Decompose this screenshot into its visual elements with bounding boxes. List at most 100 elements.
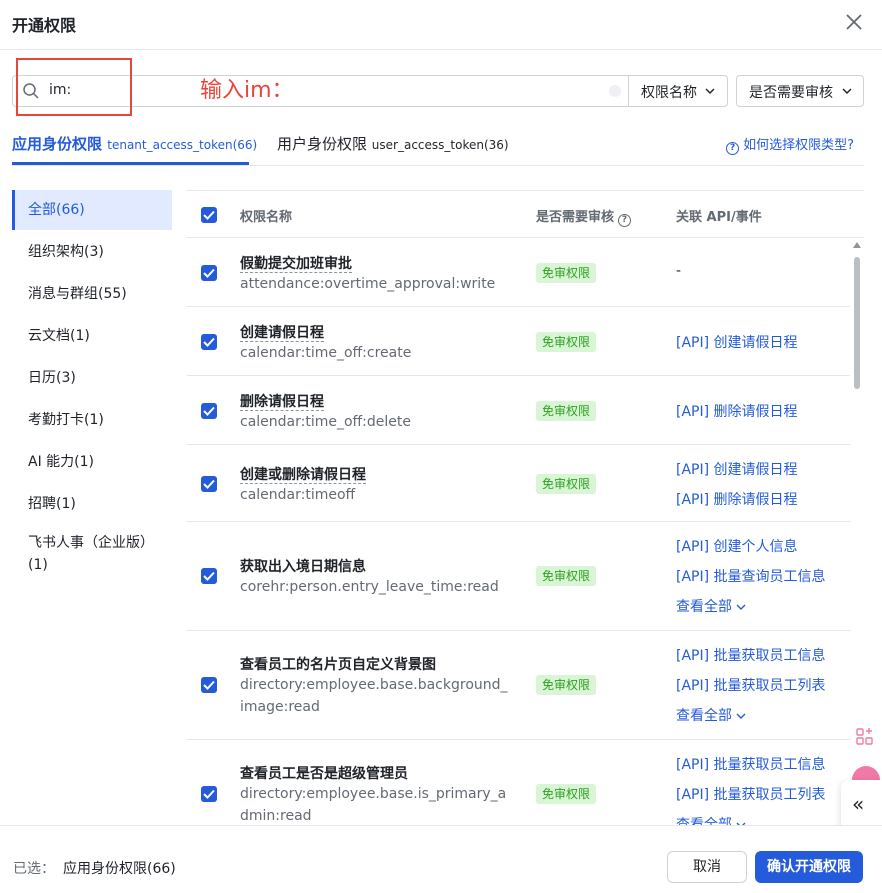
tab-label: 应用身份权限 [12,135,103,153]
select-all-checkbox[interactable] [201,207,217,223]
category-sidebar: 全部(66) 组织架构(3) 消息与群组(55) 云文档(1) 日历(3) 考勤… [12,190,172,582]
tab-label: 用户身份权限 [277,135,368,153]
permission-name-filter-label: 权限名称 [641,85,697,101]
permission-name[interactable]: 创建请假日程 [240,322,324,342]
api-link[interactable]: [API] 批量获取员工列表 [676,675,826,695]
modal-footer: 已选： 应用身份权限(66) 取消 确认开通权限 [0,825,882,893]
api-link[interactable]: [API] 批量查询员工信息 [676,566,826,586]
table-row: 删除请假日程 calendar:time_off:delete 免审权限 [AP… [187,376,850,445]
header-review-label: 是否需要审核 [536,210,615,225]
api-link[interactable]: [API] 创建请假日程 [676,332,798,352]
permission-name: 查看员工是否是超级管理员 [240,766,408,782]
sidebar-item-ai[interactable]: AI 能力(1) [12,442,172,484]
permission-name[interactable]: 假勤提交加班审批 [240,253,352,273]
sidebar-item-org[interactable]: 组织架构(3) [12,232,172,274]
row-checkbox[interactable] [201,265,217,281]
tab-user-permissions[interactable]: 用户身份权限 user_access_token(36) [277,133,509,154]
permission-name: 查看员工的名片页自定义背景图 [240,657,436,673]
chevron-down-icon [842,88,852,94]
status-badge: 免审权限 [536,332,597,352]
table-header: 权限名称 是否需要审核? 关联 API/事件 [187,190,864,238]
modal-header: 开通权限 [0,0,882,50]
view-all-link[interactable]: 查看全部 [676,705,746,725]
row-checkbox[interactable] [201,677,217,693]
sidebar-item-corehr[interactable]: 飞书人事（企业版） (1) [12,526,172,582]
selected-label: 已选： [13,861,55,877]
api-link[interactable]: [API] 删除请假日程 [676,489,798,509]
tab-sub: tenant_access_token(66) [107,138,258,152]
view-all-link[interactable]: 查看全部 [676,814,746,825]
chevron-down-icon [705,88,715,94]
sidebar-item-count: (1) [28,557,48,573]
tab-sub: user_access_token(36) [371,138,509,152]
header-api: 关联 API/事件 [676,210,762,225]
permission-code: calendar:time_off:create [240,345,412,361]
sidebar-item-attendance[interactable]: 考勤打卡(1) [12,400,172,442]
sidebar-item-messaging[interactable]: 消息与群组(55) [12,274,172,316]
table-row: 假勤提交加班审批 attendance:overtime_approval:wr… [187,238,850,307]
question-icon[interactable]: ? [618,214,632,227]
question-icon: ? [726,142,740,155]
cancel-button[interactable]: 取消 [667,851,747,883]
confirm-button[interactable]: 确认开通权限 [755,851,863,883]
row-checkbox[interactable] [201,403,217,419]
permission-code: attendance:overtime_approval:write [240,276,496,292]
permission-code: directory:employee.base.is_primary_admin… [240,786,507,824]
annotation-text: 输入im： [200,78,294,103]
api-none: - [676,263,682,279]
api-link[interactable]: [API] 删除请假日程 [676,401,798,421]
sidebar-item-docs[interactable]: 云文档(1) [12,316,172,358]
close-icon[interactable] [842,10,866,34]
scroll-thumb[interactable] [854,257,860,389]
table-row: 创建或删除请假日程 calendar:timeoff 免审权限 [API] 创建… [187,445,850,522]
api-link[interactable]: [API] 批量获取员工信息 [676,754,826,774]
header-review: 是否需要审核? [536,206,632,227]
sidebar-item-label: 飞书人事（企业版） [28,535,154,551]
status-badge: 免审权限 [536,675,597,695]
permission-code: calendar:timeoff [240,487,356,503]
api-link[interactable]: [API] 创建请假日程 [676,459,798,479]
selected-value: 应用身份权限(66) [63,861,176,877]
api-link[interactable]: [API] 批量获取员工列表 [676,784,826,804]
header-name: 权限名称 [240,210,293,225]
sidebar-item-hiring[interactable]: 招聘(1) [12,484,172,526]
tab-underline [12,162,249,165]
permission-name: 获取出入境日期信息 [240,559,366,575]
row-checkbox[interactable] [201,476,217,492]
status-badge: 免审权限 [536,474,597,494]
help-link[interactable]: ? 如何选择权限类型? [726,134,854,155]
sidebar-item-all[interactable]: 全部(66) [12,190,172,230]
api-link[interactable]: [API] 批量获取员工信息 [676,645,826,665]
scroll-up-icon[interactable] [853,242,861,248]
table-row: 查看员工的名片页自定义背景图 directory:employee.base.b… [187,631,850,740]
view-all-link[interactable]: 查看全部 [676,596,746,616]
double-chevron-left-icon: « [852,792,865,816]
table-row: 查看员工是否是超级管理员 directory:employee.base.is_… [187,740,850,825]
review-filter[interactable]: 是否需要审核 [736,75,864,107]
chevron-down-icon [736,604,746,610]
status-badge: 免审权限 [536,401,597,421]
apps-icon[interactable] [850,722,882,752]
api-link[interactable]: [API] 创建个人信息 [676,536,798,556]
sidebar-item-calendar[interactable]: 日历(3) [12,358,172,400]
permission-code: directory:employee.base.background_image… [240,677,508,715]
status-badge: 免审权限 [536,263,597,283]
chevron-down-icon [736,713,746,719]
modal-title: 开通权限 [12,16,77,35]
tab-bar: 应用身份权限 tenant_access_token(66) 用户身份权限 us… [12,120,864,166]
clear-icon[interactable] [609,85,621,97]
table-row: 获取出入境日期信息 corehr:person.entry_leave_time… [187,522,850,631]
permission-name[interactable]: 删除请假日程 [240,391,324,411]
row-checkbox[interactable] [201,786,217,802]
status-badge: 免审权限 [536,566,597,586]
tab-tenant-permissions[interactable]: 应用身份权限 tenant_access_token(66) [12,133,257,154]
annotation-box [16,58,132,116]
row-checkbox[interactable] [201,568,217,584]
review-filter-label: 是否需要审核 [749,85,833,101]
row-checkbox[interactable] [201,334,217,350]
help-link-label: 如何选择权限类型? [743,138,854,153]
permission-code: calendar:time_off:delete [240,414,412,430]
table-row: 创建请假日程 calendar:time_off:create 免审权限 [AP… [187,307,850,376]
permission-name-filter[interactable]: 权限名称 [628,75,728,107]
permission-name[interactable]: 创建或删除请假日程 [240,464,366,484]
